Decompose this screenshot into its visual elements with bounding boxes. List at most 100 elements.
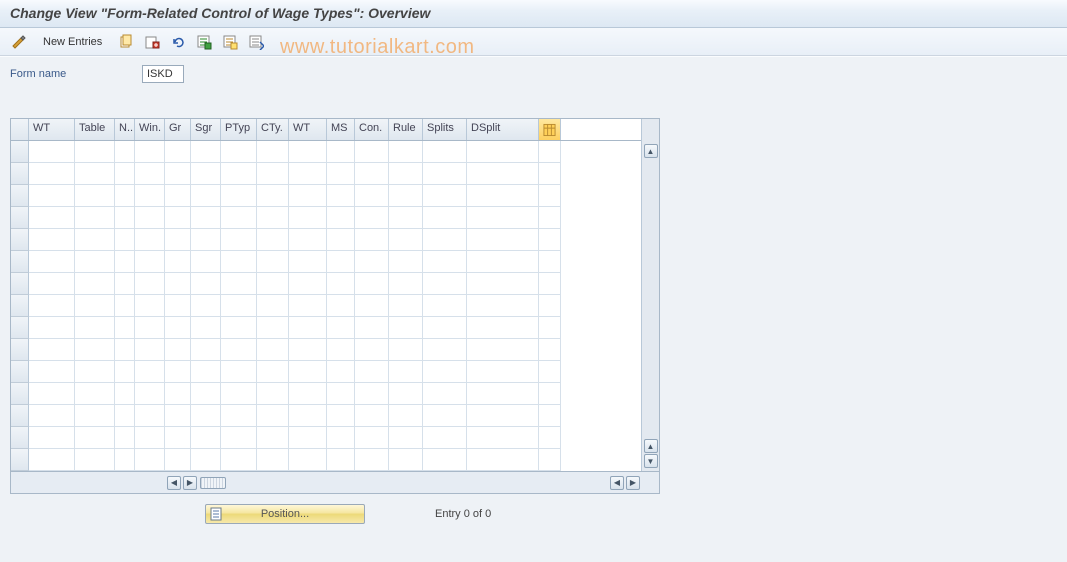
grid-cell[interactable] xyxy=(289,185,327,207)
grid-cell[interactable] xyxy=(389,207,423,229)
grid-cell[interactable] xyxy=(75,251,115,273)
grid-cell[interactable] xyxy=(327,163,355,185)
grid-cell[interactable] xyxy=(29,251,75,273)
grid-cell[interactable] xyxy=(289,361,327,383)
deselect-all-icon[interactable] xyxy=(245,32,267,52)
row-selector[interactable] xyxy=(11,361,29,383)
col-head-table[interactable]: Table xyxy=(75,119,115,140)
grid-cell[interactable] xyxy=(29,449,75,471)
grid-cell[interactable] xyxy=(423,339,467,361)
grid-cell[interactable] xyxy=(389,383,423,405)
grid-cell[interactable] xyxy=(135,207,165,229)
grid-cell[interactable] xyxy=(165,295,191,317)
select-all-icon[interactable] xyxy=(193,32,215,52)
grid-cell[interactable] xyxy=(289,251,327,273)
toggle-change-icon[interactable] xyxy=(8,32,30,52)
grid-cell[interactable] xyxy=(115,339,135,361)
new-entries-button[interactable]: New Entries xyxy=(34,32,111,52)
grid-cell[interactable] xyxy=(135,273,165,295)
grid-cell[interactable] xyxy=(191,273,221,295)
grid-cell[interactable] xyxy=(75,273,115,295)
grid-cell[interactable] xyxy=(165,251,191,273)
grid-cell[interactable] xyxy=(75,361,115,383)
grid-cell[interactable] xyxy=(29,295,75,317)
grid-cell[interactable] xyxy=(191,163,221,185)
grid-cell[interactable] xyxy=(135,383,165,405)
grid-cell[interactable] xyxy=(165,163,191,185)
grid-cell[interactable] xyxy=(327,405,355,427)
row-selector[interactable] xyxy=(11,141,29,163)
grid-cell[interactable] xyxy=(289,449,327,471)
grid-cell[interactable] xyxy=(389,163,423,185)
grid-cell[interactable] xyxy=(389,229,423,251)
col-head-rule[interactable]: Rule xyxy=(389,119,423,140)
grid-cell[interactable] xyxy=(467,339,539,361)
grid-cell[interactable] xyxy=(467,207,539,229)
grid-cell[interactable] xyxy=(467,273,539,295)
grid-cell[interactable] xyxy=(221,361,257,383)
col-head-sgr[interactable]: Sgr xyxy=(191,119,221,140)
grid-cell[interactable] xyxy=(327,207,355,229)
grid-cell[interactable] xyxy=(221,207,257,229)
delete-icon[interactable] xyxy=(141,32,163,52)
grid-cell[interactable] xyxy=(355,317,389,339)
grid-cell[interactable] xyxy=(389,185,423,207)
grid-cell[interactable] xyxy=(355,383,389,405)
grid-cell[interactable] xyxy=(135,163,165,185)
col-head-ms[interactable]: MS xyxy=(327,119,355,140)
grid-cell[interactable] xyxy=(29,383,75,405)
grid-cell[interactable] xyxy=(135,427,165,449)
grid-cell[interactable] xyxy=(467,383,539,405)
grid-cell[interactable] xyxy=(257,141,289,163)
grid-cell[interactable] xyxy=(423,251,467,273)
grid-cell[interactable] xyxy=(29,427,75,449)
grid-cell[interactable] xyxy=(355,427,389,449)
grid-cell[interactable] xyxy=(423,229,467,251)
grid-cell[interactable] xyxy=(221,185,257,207)
grid-cell[interactable] xyxy=(75,449,115,471)
select-block-icon[interactable] xyxy=(219,32,241,52)
grid-cell[interactable] xyxy=(115,361,135,383)
grid-cell[interactable] xyxy=(257,449,289,471)
grid-cell[interactable] xyxy=(423,317,467,339)
scroll-left-icon[interactable]: ◀ xyxy=(167,476,181,490)
grid-cell[interactable] xyxy=(289,383,327,405)
grid-cell[interactable] xyxy=(257,251,289,273)
grid-cell[interactable] xyxy=(423,383,467,405)
grid-cell[interactable] xyxy=(191,251,221,273)
grid-cell[interactable] xyxy=(467,317,539,339)
grid-cell[interactable] xyxy=(467,141,539,163)
grid-cell[interactable] xyxy=(165,141,191,163)
col-head-cty[interactable]: CTy. xyxy=(257,119,289,140)
grid-cell[interactable] xyxy=(467,185,539,207)
grid-cell[interactable] xyxy=(135,141,165,163)
grid-cell[interactable] xyxy=(135,449,165,471)
grid-cell[interactable] xyxy=(355,163,389,185)
grid-cell[interactable] xyxy=(257,207,289,229)
undo-icon[interactable] xyxy=(167,32,189,52)
grid-cell[interactable] xyxy=(115,163,135,185)
configure-columns-icon[interactable] xyxy=(539,119,561,140)
col-head-gr[interactable]: Gr xyxy=(165,119,191,140)
grid-cell[interactable] xyxy=(191,449,221,471)
grid-cell[interactable] xyxy=(221,405,257,427)
grid-cell[interactable] xyxy=(221,229,257,251)
grid-cell[interactable] xyxy=(389,427,423,449)
form-name-input[interactable] xyxy=(142,65,184,83)
grid-cell[interactable] xyxy=(257,427,289,449)
row-selector[interactable] xyxy=(11,207,29,229)
grid-cell[interactable] xyxy=(115,207,135,229)
grid-cell[interactable] xyxy=(423,405,467,427)
grid-cell[interactable] xyxy=(257,185,289,207)
row-selector[interactable] xyxy=(11,383,29,405)
grid-cell[interactable] xyxy=(135,317,165,339)
row-selector[interactable] xyxy=(11,185,29,207)
scroll-down-icon[interactable]: ▼ xyxy=(644,454,658,468)
col-head-splits[interactable]: Splits xyxy=(423,119,467,140)
row-selector[interactable] xyxy=(11,163,29,185)
grid-cell[interactable] xyxy=(467,449,539,471)
grid-cell[interactable] xyxy=(467,361,539,383)
grid-cell[interactable] xyxy=(355,361,389,383)
grid-cell[interactable] xyxy=(221,449,257,471)
grid-cell[interactable] xyxy=(389,361,423,383)
